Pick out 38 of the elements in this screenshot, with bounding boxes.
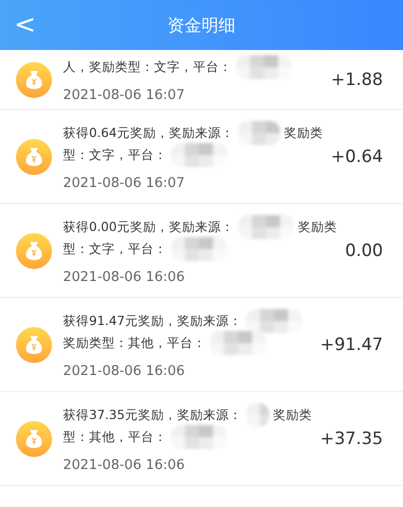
pixelated-redaction: [246, 309, 302, 333]
money-bag-icon: [16, 326, 52, 362]
pixelated-redaction: [171, 237, 227, 261]
money-bag-icon: [16, 62, 52, 98]
description-text: 获得0.00元奖励，奖励来源：: [63, 218, 234, 236]
description-text: 人，奖励类型：文字，平台：: [63, 58, 232, 76]
record-time: 2021-08-06 16:06: [63, 457, 186, 473]
record-time: 2021-08-06 16:06: [63, 269, 186, 285]
pixelated-redaction: [238, 215, 294, 239]
pixelated-redaction: [246, 403, 270, 427]
record-time: 2021-08-06 16:07: [63, 175, 186, 191]
money-bag-icon: [16, 138, 52, 174]
description-text: 奖励类: [273, 406, 312, 424]
pixelated-redaction: [238, 121, 280, 145]
description-text: 获得91.47元奖励，奖励来源：: [63, 312, 242, 330]
pixelated-redaction: [210, 331, 266, 355]
pixelated-redaction: [236, 55, 292, 79]
amount-text: 0.00: [345, 240, 383, 260]
record-time: 2021-08-06 16:06: [63, 363, 186, 379]
money-bag-icon: [16, 420, 52, 456]
description-text: 获得37.35元奖励，奖励来源：: [63, 406, 242, 424]
description-text: 型：文字，平台：: [63, 146, 167, 164]
description-text: 型：其他，平台：: [63, 428, 167, 446]
record-time: 2021-08-06 16:07: [63, 87, 186, 103]
amount-text: +91.47: [320, 334, 383, 354]
pixelated-redaction: [171, 143, 227, 167]
back-button[interactable]: <: [8, 8, 42, 42]
amount-text: +1.88: [330, 70, 383, 90]
pixelated-redaction: [171, 425, 227, 449]
amount-text: +37.35: [320, 428, 383, 448]
amount-text: +0.64: [330, 146, 383, 166]
page-title: 资金明细: [168, 14, 236, 36]
description-text: 获得0.64元奖励，奖励来源：: [63, 124, 234, 142]
description-text: 型：文字，平台：: [63, 240, 167, 258]
money-bag-icon: [16, 232, 52, 268]
description-text: 奖励类: [284, 124, 323, 142]
description-text: 奖励类型：其他，平台：: [63, 334, 206, 352]
description-text: 奖励类: [298, 218, 337, 236]
